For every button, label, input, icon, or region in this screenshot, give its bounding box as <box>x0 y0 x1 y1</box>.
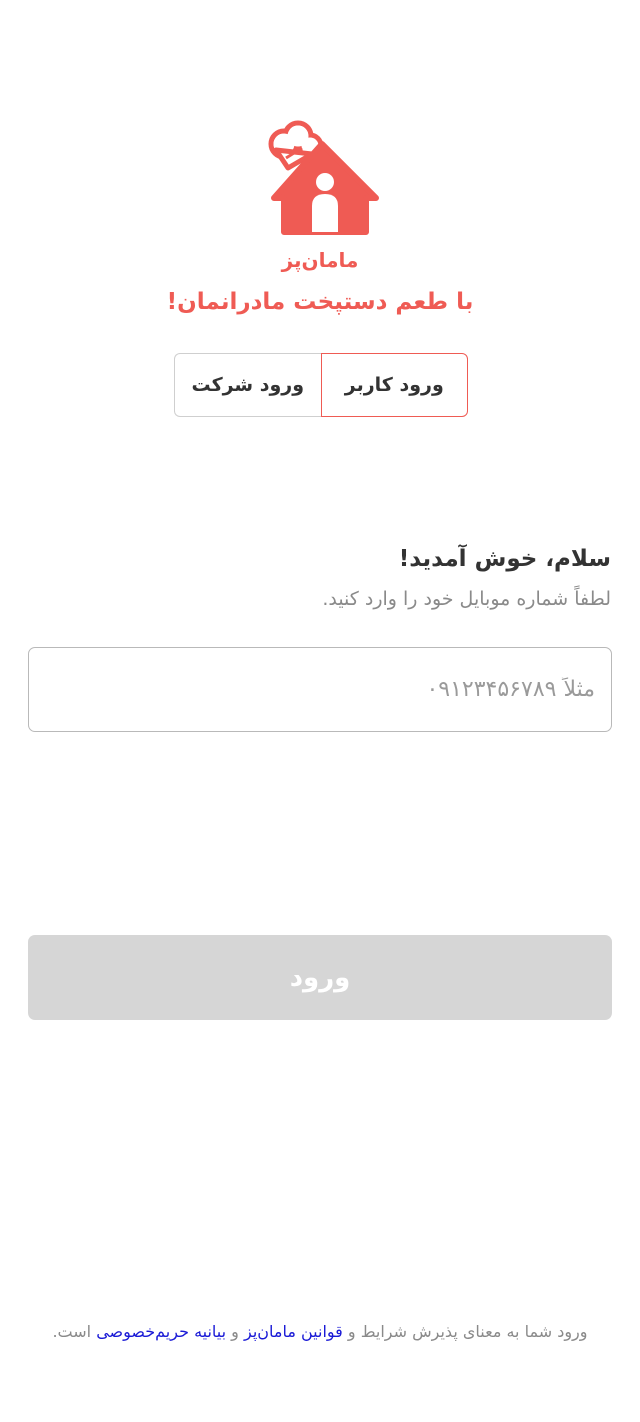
terms-text-before: ورود شما به معنای پذیرش شرایط و <box>342 1322 588 1341</box>
login-button[interactable]: ورود <box>28 935 612 1020</box>
rules-link[interactable]: قوانین مامان‌پز <box>244 1322 343 1341</box>
login-type-tabs: ورود کاربر ورود شرکت <box>174 353 468 417</box>
mamanpaz-logo-icon <box>268 120 379 235</box>
tab-user-login[interactable]: ورود کاربر <box>320 353 468 417</box>
terms-notice: ورود شما به معنای پذیرش شرایط و قوانین م… <box>0 1322 640 1341</box>
tab-company-login[interactable]: ورود شرکت <box>174 353 321 417</box>
privacy-policy-link[interactable]: بیانیه حریم‌خصوصی <box>96 1322 226 1341</box>
brand-name: مامان‌پز <box>281 248 359 272</box>
terms-conjunction: و <box>226 1322 244 1341</box>
terms-text-after: است. <box>52 1322 97 1341</box>
phone-number-input[interactable] <box>28 647 612 732</box>
phone-instruction: لطفاً شماره موبایل خود را وارد کنید. <box>322 588 611 610</box>
welcome-heading: سلام، خوش آمدید! <box>398 546 611 572</box>
slogan: با طعم دستپخت مادرانمان! <box>166 289 474 315</box>
